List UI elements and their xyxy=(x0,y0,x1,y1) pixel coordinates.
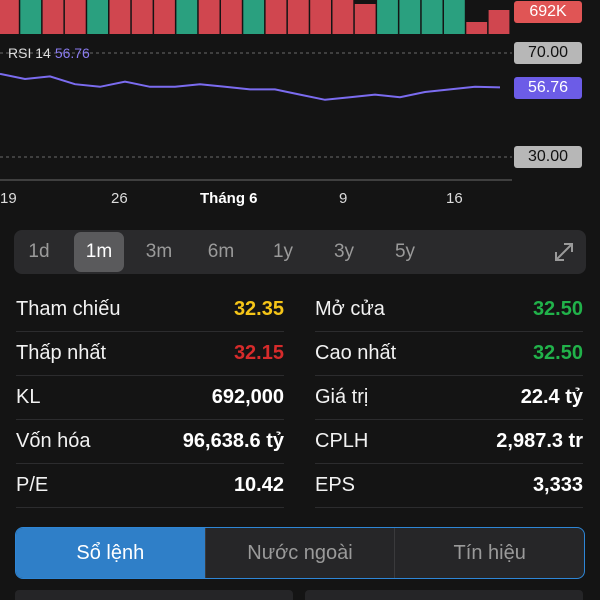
volume-bar xyxy=(444,0,465,34)
range-1y[interactable]: 1y xyxy=(258,230,308,274)
rsi-label: RSI 14 56.76 xyxy=(8,45,90,61)
volume-bar xyxy=(287,0,309,34)
volume-bar xyxy=(109,0,131,34)
stat-value: 2,987.3 tr xyxy=(496,430,583,452)
volume-bar xyxy=(354,4,376,34)
stat-row: CPLH 2,987.3 tr xyxy=(315,420,583,464)
rsi-chart xyxy=(0,52,512,181)
stat-value: 22.4 tỷ xyxy=(520,386,583,408)
stat-row: Vốn hóa 96,638.6 tỷ xyxy=(16,420,284,464)
stat-label: CPLH xyxy=(315,430,369,452)
volume-badge: 692K xyxy=(514,1,582,23)
bottom-panels xyxy=(15,590,583,600)
stat-row: EPS 3,333 xyxy=(315,464,583,508)
rsi-level-70: 70.00 xyxy=(514,42,582,64)
volume-bar xyxy=(466,22,488,34)
rsi-value: 56.76 xyxy=(54,45,90,61)
stat-label: Mở cửa xyxy=(315,298,385,320)
detail-tabs: Sổ lệnh Nước ngoài Tín hiệu xyxy=(15,527,585,579)
volume-bar xyxy=(399,0,421,34)
stat-label: EPS xyxy=(315,474,356,496)
volume-bar xyxy=(310,0,331,34)
x-tick-month: Tháng 6 xyxy=(200,190,258,207)
volume-bar xyxy=(221,0,242,34)
x-tick: 16 xyxy=(446,190,463,207)
range-3m[interactable]: 3m xyxy=(134,230,184,274)
volume-bar xyxy=(243,0,265,34)
stat-value: 32.50 xyxy=(532,342,583,364)
range-1d[interactable]: 1d xyxy=(14,230,64,274)
tab-signals[interactable]: Tín hiệu xyxy=(394,528,584,578)
stats-right-column: Mở cửa 32.50 Cao nhất 32.50 Giá trị 22.4 tỷ… xyxy=(315,288,583,508)
x-tick: 9 xyxy=(339,190,348,207)
volume-bars xyxy=(0,0,510,34)
panel-right-edge xyxy=(305,590,583,600)
stat-label: Cao nhất xyxy=(315,342,397,364)
volume-bar xyxy=(265,0,287,34)
tab-foreign[interactable]: Nước ngoài xyxy=(204,528,395,578)
volume-bar xyxy=(0,0,19,34)
stat-row: Tham chiếu 32.35 xyxy=(16,288,284,332)
volume-bar xyxy=(488,10,510,34)
stat-label: Vốn hóa xyxy=(16,430,91,452)
volume-bar xyxy=(332,0,354,34)
volume-bar xyxy=(64,0,86,34)
stat-row: KL 692,000 xyxy=(16,376,284,420)
stat-value: 96,638.6 tỷ xyxy=(182,430,284,452)
rsi-name: RSI 14 xyxy=(8,45,51,61)
range-6m[interactable]: 6m xyxy=(196,230,246,274)
volume-bar xyxy=(87,0,108,34)
stat-row: P/E 10.42 xyxy=(16,464,284,508)
volume-bar xyxy=(377,0,398,34)
stat-row: Cao nhất 32.50 xyxy=(315,332,583,376)
stat-value: 3,333 xyxy=(532,474,583,496)
stat-label: Tham chiếu xyxy=(16,298,121,320)
range-selector: 1d 1m 3m 6m 1y 3y 5y xyxy=(14,230,586,274)
stat-row: Giá trị 22.4 tỷ xyxy=(315,376,583,420)
rsi-current-badge: 56.76 xyxy=(514,77,582,99)
volume-bar xyxy=(154,0,175,34)
x-tick: 26 xyxy=(111,190,128,207)
stat-value: 32.15 xyxy=(233,342,284,364)
tab-order-book[interactable]: Sổ lệnh xyxy=(16,528,205,578)
x-tick: 19 xyxy=(0,190,17,207)
range-1m[interactable]: 1m xyxy=(74,232,124,272)
rsi-line xyxy=(0,72,501,101)
stat-value: 10.42 xyxy=(233,474,284,496)
volume-bar xyxy=(421,0,443,34)
expand-icon[interactable] xyxy=(550,238,578,266)
volume-bar xyxy=(42,0,64,34)
volume-bar xyxy=(176,0,198,34)
stat-value: 692,000 xyxy=(211,386,284,408)
range-5y[interactable]: 5y xyxy=(380,230,430,274)
volume-bar xyxy=(198,0,220,34)
stat-row: Thấp nhất 32.15 xyxy=(16,332,284,376)
stats-left-column: Tham chiếu 32.35 Thấp nhất 32.15 KL 692,000… xyxy=(16,288,284,508)
volume-bar xyxy=(131,0,153,34)
stat-label: Thấp nhất xyxy=(16,342,107,364)
stat-row: Mở cửa 32.50 xyxy=(315,288,583,332)
volume-bar xyxy=(20,0,42,34)
rsi-level-30: 30.00 xyxy=(514,146,582,168)
stat-value: 32.50 xyxy=(532,298,583,320)
stat-value: 32.35 xyxy=(233,298,284,320)
range-3y[interactable]: 3y xyxy=(319,230,369,274)
stat-label: Giá trị xyxy=(315,386,369,408)
stat-label: P/E xyxy=(16,474,49,496)
stat-label: KL xyxy=(16,386,41,408)
panel-left-edge xyxy=(15,590,293,600)
